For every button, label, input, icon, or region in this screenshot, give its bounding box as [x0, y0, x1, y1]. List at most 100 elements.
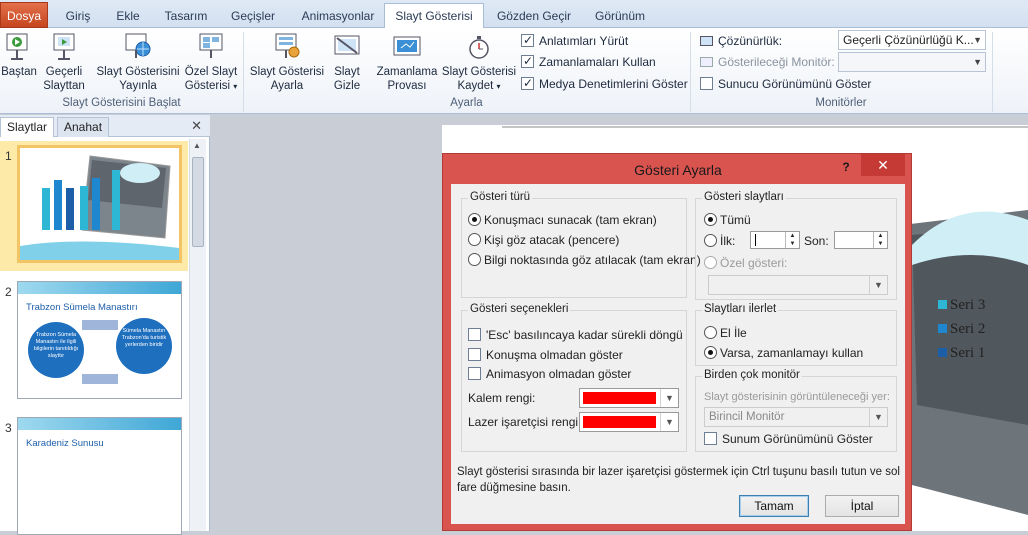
record-slideshow-button[interactable]: Slayt Gösterisi Kaydet ▾	[440, 32, 518, 94]
custom-show-select[interactable]: ▼	[708, 275, 888, 295]
hide-slide-button[interactable]: Slayt Gizle	[328, 32, 366, 93]
radio-selected[interactable]	[704, 213, 717, 226]
pen-color-swatch	[583, 392, 656, 404]
play-narrations-checkbox[interactable]: Anlatımları Yürüt	[521, 32, 628, 51]
checkbox-unchecked[interactable]	[468, 328, 481, 341]
tab-gorunum[interactable]: Görünüm	[584, 4, 656, 28]
legend-marker	[938, 300, 947, 309]
show-on-monitor-select[interactable]: ▼	[838, 52, 986, 72]
custom-slideshow-button[interactable]: Özel Slayt Gösterisi ▾	[182, 32, 240, 94]
all-slides-radio[interactable]: Tümü	[704, 212, 751, 228]
tab-slayt-gosterisi[interactable]: Slayt Gösterisi	[384, 3, 484, 28]
tab-tasarim[interactable]: Tasarım	[158, 4, 214, 28]
presenter-view-checkbox[interactable]: Sunucu Görünümünü Göster	[700, 76, 871, 94]
checkbox-unchecked[interactable]	[468, 348, 481, 361]
laser-pointer-info: Slayt gösterisi sırasında bir lazer işar…	[457, 466, 900, 494]
slide-thumbnail-1[interactable]	[17, 145, 182, 263]
close-icon[interactable]: ✕	[191, 118, 202, 134]
chevron-down-icon: ▾	[496, 82, 501, 91]
group-label-baslat: Slayt Gösterisini Başlat	[62, 97, 181, 109]
checkbox-unchecked[interactable]	[700, 77, 713, 90]
tab-animasyonlar[interactable]: Animasyonlar	[292, 4, 384, 28]
checkbox-checked[interactable]	[521, 75, 534, 91]
loop-until-esc-checkbox[interactable]: 'Esc' basılıncaya kadar sürekli döngü	[468, 327, 683, 343]
radio-unselected[interactable]	[468, 233, 481, 246]
without-narration-checkbox[interactable]: Konuşma olmadan göster	[468, 347, 623, 363]
tab-anahat[interactable]: Anahat	[57, 117, 110, 137]
without-animation-checkbox[interactable]: Animasyon olmadan göster	[468, 366, 631, 382]
chevron-down-icon: ▼	[660, 413, 678, 431]
slide-thumbnail-2[interactable]: Trabzon Sümela Manastırı Trabzon Sümela …	[17, 281, 182, 399]
display-on-select[interactable]: Birincil Monitör ▼	[704, 407, 888, 427]
from-slide-spinner[interactable]: ▲ ▼	[750, 231, 800, 249]
presenter-view-checkbox[interactable]: Sunum Görünümünü Göster	[704, 431, 873, 447]
legend-marker	[938, 348, 947, 357]
broadcast-slideshow-button[interactable]: Slayt Gösterisini Yayınla	[94, 32, 182, 93]
rehearse-timings-button[interactable]: Zamanlama Provası	[374, 32, 440, 93]
presented-by-speaker-radio[interactable]: Konuşmacı sunacak (tam ekran)	[468, 212, 657, 228]
tab-ekle[interactable]: Ekle	[108, 4, 148, 28]
help-icon[interactable]: ?	[836, 157, 856, 177]
use-timings-checkbox[interactable]: Zamanlamaları Kullan	[521, 53, 656, 72]
legend-seri-3: Seri 3	[938, 297, 985, 314]
show-on-monitor-label: Gösterileceği Monitör:	[700, 54, 835, 72]
spin-up-icon[interactable]: ▲	[873, 232, 887, 240]
checkbox-unchecked[interactable]	[468, 367, 481, 380]
laser-color-label: Lazer işaretçisi rengi:	[468, 415, 582, 429]
radio-unselected[interactable]	[468, 253, 481, 266]
spin-down-icon[interactable]: ▼	[873, 240, 887, 248]
resolution-select[interactable]: Geçerli Çözünürlüğü K... ▼	[838, 30, 986, 50]
tab-gozden-gecir[interactable]: Gözden Geçir	[490, 4, 578, 28]
slides-scrollbar[interactable]: ▲	[189, 139, 206, 531]
spin-down-icon[interactable]: ▼	[785, 240, 799, 248]
radio-unselected[interactable]	[704, 234, 717, 247]
legend-seri-1: Seri 1	[938, 345, 985, 362]
use-timings-radio[interactable]: Varsa, zamanlamayı kullan	[704, 345, 863, 361]
tab-gecisler[interactable]: Geçişler	[224, 4, 282, 28]
setup-slideshow-icon	[275, 33, 300, 58]
radio-disabled[interactable]	[704, 256, 717, 269]
show-type-group: Gösteri türü Konuşmacı sunacak (tam ekra…	[461, 191, 701, 298]
monitor-icon	[700, 36, 713, 46]
slide-number: 2	[5, 285, 12, 299]
from-beginning-button[interactable]: Baştan	[0, 32, 38, 79]
manually-radio[interactable]: El İle	[704, 325, 747, 341]
browsed-at-kiosk-radio[interactable]: Bilgi noktasında göz atılacak (tam ekran…	[468, 252, 701, 268]
checkbox-checked[interactable]	[521, 53, 534, 69]
radio-selected[interactable]	[704, 346, 717, 359]
arrow-left-shape	[82, 374, 118, 384]
legend-seri-2: Seri 2	[938, 321, 985, 338]
pen-color-picker[interactable]: ▼	[579, 388, 679, 408]
chevron-down-icon: ▼	[973, 35, 982, 45]
scroll-thumb[interactable]	[192, 157, 204, 247]
dialog-body: Gösteri türü Konuşmacı sunacak (tam ekra…	[451, 184, 905, 524]
slide-header-band	[18, 418, 181, 430]
tab-giris[interactable]: Giriş	[56, 4, 100, 28]
from-current-slide-button[interactable]: Geçerli Slayttan	[40, 32, 88, 93]
scroll-up-icon[interactable]: ▲	[193, 141, 201, 150]
tab-dosya[interactable]: Dosya	[0, 2, 48, 28]
checkbox-checked[interactable]	[521, 32, 534, 48]
tab-slaytlar[interactable]: Slaytlar	[0, 117, 55, 137]
pane-tabs: Slaytlar Anahat ✕	[0, 115, 210, 137]
ok-button[interactable]: Tamam	[739, 495, 809, 517]
slide-number: 3	[5, 421, 12, 435]
spin-up-icon[interactable]: ▲	[785, 232, 799, 240]
show-media-controls-checkbox[interactable]: Medya Denetimlerini Göster	[521, 75, 688, 94]
laser-color-picker[interactable]: ▼	[579, 412, 679, 432]
slide-2-title: Trabzon Sümela Manastırı	[26, 302, 138, 313]
radio-selected[interactable]	[468, 213, 481, 226]
checkbox-unchecked[interactable]	[704, 432, 717, 445]
custom-show-radio[interactable]: Özel gösteri:	[704, 255, 787, 271]
slide-2-right-circle: Sümela Manastırı Trabzon'da turistik yer…	[116, 318, 172, 374]
radio-unselected[interactable]	[704, 326, 717, 339]
from-slide-radio[interactable]: İlk:	[704, 233, 735, 249]
setup-slideshow-button[interactable]: Slayt Gösterisi Ayarla	[248, 32, 326, 93]
slide-thumbnail-3[interactable]: Karadeniz Sunusu	[17, 417, 182, 535]
show-slides-group: Gösteri slaytları Tümü İlk: ▲ ▼ Son: ▲ ▼…	[695, 191, 897, 300]
close-icon[interactable]: ✕	[861, 154, 905, 176]
chevron-down-icon: ▼	[869, 276, 887, 294]
browsed-by-individual-radio[interactable]: Kişi göz atacak (pencere)	[468, 232, 619, 248]
to-slide-spinner[interactable]: ▲ ▼	[834, 231, 888, 249]
cancel-button[interactable]: İptal	[825, 495, 899, 517]
